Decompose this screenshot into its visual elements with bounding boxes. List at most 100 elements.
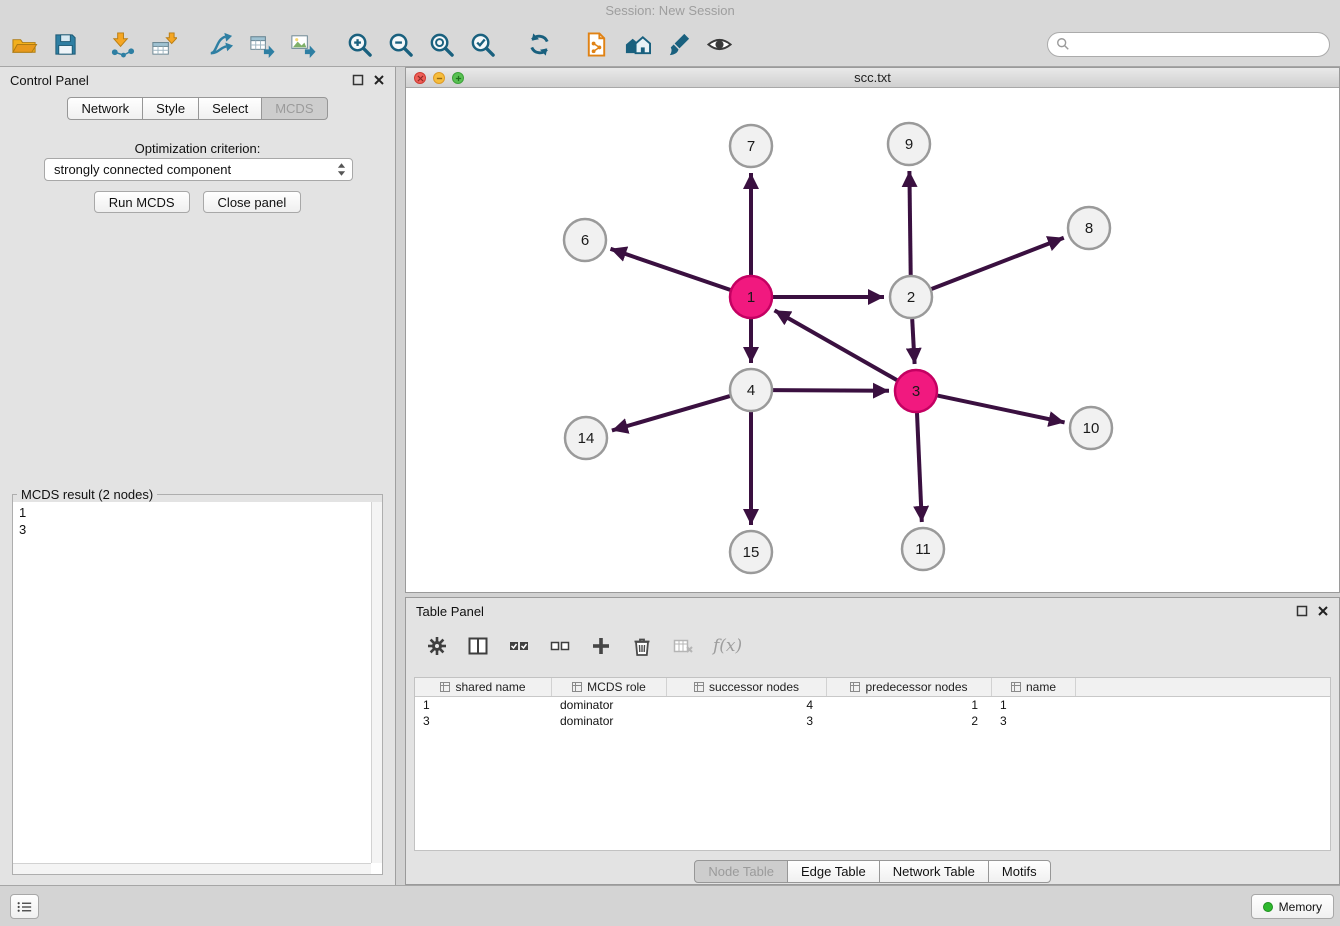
search-input[interactable] — [1047, 32, 1330, 57]
tab-network[interactable]: Network — [67, 97, 143, 120]
minimize-window-button[interactable] — [433, 72, 445, 84]
graph-node-11[interactable]: 11 — [902, 528, 944, 570]
graph-node-14[interactable]: 14 — [565, 417, 607, 459]
graph-edge-1-6[interactable] — [611, 249, 731, 290]
graph-edge-2-9[interactable] — [909, 171, 910, 275]
import-network-icon — [109, 31, 136, 58]
column-header-label: MCDS role — [587, 680, 646, 694]
graph-edge-4-3[interactable] — [773, 390, 889, 391]
table-settings-button[interactable] — [426, 635, 448, 657]
new-network-button[interactable] — [204, 28, 236, 60]
tab-mcds[interactable]: MCDS — [261, 97, 327, 120]
graph-node-3[interactable]: 3 — [895, 370, 937, 412]
zoom-fit-button[interactable] — [425, 28, 457, 60]
list-icon — [17, 900, 32, 914]
graph-node-10[interactable]: 10 — [1070, 407, 1112, 449]
close-panel-button[interactable]: Close panel — [203, 191, 302, 213]
export-image-button[interactable] — [286, 28, 318, 60]
import-network-button[interactable] — [106, 28, 138, 60]
float-window-icon[interactable] — [352, 74, 364, 86]
graph-edge-3-11[interactable] — [917, 413, 922, 522]
result-horizontal-scrollbar[interactable] — [13, 863, 371, 874]
task-history-button[interactable] — [10, 894, 39, 919]
svg-text:6: 6 — [581, 232, 589, 249]
document-network-icon — [583, 31, 610, 58]
graph-canvas[interactable]: 7 9 6 8 1 2 4 3 14 10 15 11 — [406, 88, 1339, 591]
gear-icon — [426, 635, 448, 657]
branch-arrows-icon — [207, 31, 234, 58]
select-all-columns-button[interactable] — [508, 635, 530, 657]
delete-table-button[interactable] — [672, 635, 694, 657]
table-row[interactable]: 1dominator411 — [415, 697, 1330, 713]
zoom-out-button[interactable] — [384, 28, 416, 60]
table-header: shared name MCDS role successor nodesprede… — [415, 678, 1330, 697]
column-type-icon — [440, 682, 450, 692]
control-panel: Control Panel NetworkStyleSelectMCDS Opt… — [0, 67, 396, 885]
tab-select[interactable]: Select — [198, 97, 262, 120]
table-row[interactable]: 3dominator323 — [415, 713, 1330, 729]
table-cell: 2 — [827, 714, 992, 728]
close-light-icon — [417, 75, 424, 82]
tab-edge-table[interactable]: Edge Table — [787, 860, 880, 883]
unselect-all-columns-button[interactable] — [549, 635, 571, 657]
zoom-selected-button[interactable] — [466, 28, 498, 60]
zoom-in-button[interactable] — [343, 28, 375, 60]
import-table-button[interactable] — [147, 28, 179, 60]
paint-button[interactable] — [662, 28, 694, 60]
criterion-select[interactable]: strongly connected component — [44, 158, 353, 181]
tab-style[interactable]: Style — [142, 97, 199, 120]
save-session-button[interactable] — [49, 28, 81, 60]
close-window-button[interactable] — [414, 72, 426, 84]
table-cell: dominator — [552, 698, 667, 712]
zoom-out-icon — [387, 31, 414, 58]
report-button[interactable] — [580, 28, 612, 60]
graph-edge-2-8[interactable] — [932, 238, 1064, 289]
split-view-button[interactable] — [467, 635, 489, 657]
import-table-icon — [150, 31, 177, 58]
tab-network-table[interactable]: Network Table — [879, 860, 989, 883]
graph-node-1[interactable]: 1 — [730, 276, 772, 318]
column-header-successor-nodes[interactable]: successor nodes — [667, 678, 827, 696]
network-window-titlebar: scc.txt — [406, 68, 1339, 88]
tab-motifs[interactable]: Motifs — [988, 860, 1051, 883]
column-header-predecessor-nodes[interactable]: predecessor nodes — [827, 678, 992, 696]
graph-node-7[interactable]: 7 — [730, 125, 772, 167]
graph-node-6[interactable]: 6 — [564, 219, 606, 261]
graph-edge-4-14[interactable] — [612, 396, 730, 430]
eye-button[interactable] — [703, 28, 735, 60]
open-file-button[interactable] — [8, 28, 40, 60]
close-panel-icon[interactable] — [1317, 605, 1329, 617]
export-table-button[interactable] — [245, 28, 277, 60]
column-header-shared-name[interactable]: shared name — [415, 678, 552, 696]
tab-node-table[interactable]: Node Table — [694, 860, 788, 883]
table-cell: 3 — [415, 714, 552, 728]
graph-node-9[interactable]: 9 — [888, 123, 930, 165]
svg-text:8: 8 — [1085, 220, 1093, 237]
main-toolbar — [0, 22, 1340, 67]
close-panel-icon[interactable] — [373, 74, 385, 86]
graph-node-8[interactable]: 8 — [1068, 207, 1110, 249]
graph-edge-3-1[interactable] — [775, 310, 897, 380]
refresh-button[interactable] — [523, 28, 555, 60]
table-cell: 4 — [667, 698, 827, 712]
add-column-button[interactable] — [590, 635, 612, 657]
table-cell: 1 — [415, 698, 552, 712]
graph-edge-3-10[interactable] — [938, 396, 1065, 423]
memory-button[interactable]: Memory — [1251, 894, 1334, 919]
node-table: shared name MCDS role successor nodesprede… — [414, 677, 1331, 851]
run-mcds-button[interactable]: Run MCDS — [94, 191, 190, 213]
delete-column-button[interactable] — [631, 635, 653, 657]
graph-node-2[interactable]: 2 — [890, 276, 932, 318]
graph-node-4[interactable]: 4 — [730, 369, 772, 411]
float-window-icon[interactable] — [1296, 605, 1308, 617]
graph-edge-2-3[interactable] — [912, 319, 914, 364]
function-builder-button[interactable]: f(x) — [713, 636, 742, 656]
zoom-window-button[interactable] — [452, 72, 464, 84]
graph-node-15[interactable]: 15 — [730, 531, 772, 573]
column-header-name[interactable]: name — [992, 678, 1076, 696]
plus-icon — [590, 635, 612, 657]
svg-text:2: 2 — [907, 289, 915, 306]
result-vertical-scrollbar[interactable] — [371, 502, 382, 863]
column-header-MCDS-role[interactable]: MCDS role — [552, 678, 667, 696]
home-button[interactable] — [621, 28, 653, 60]
